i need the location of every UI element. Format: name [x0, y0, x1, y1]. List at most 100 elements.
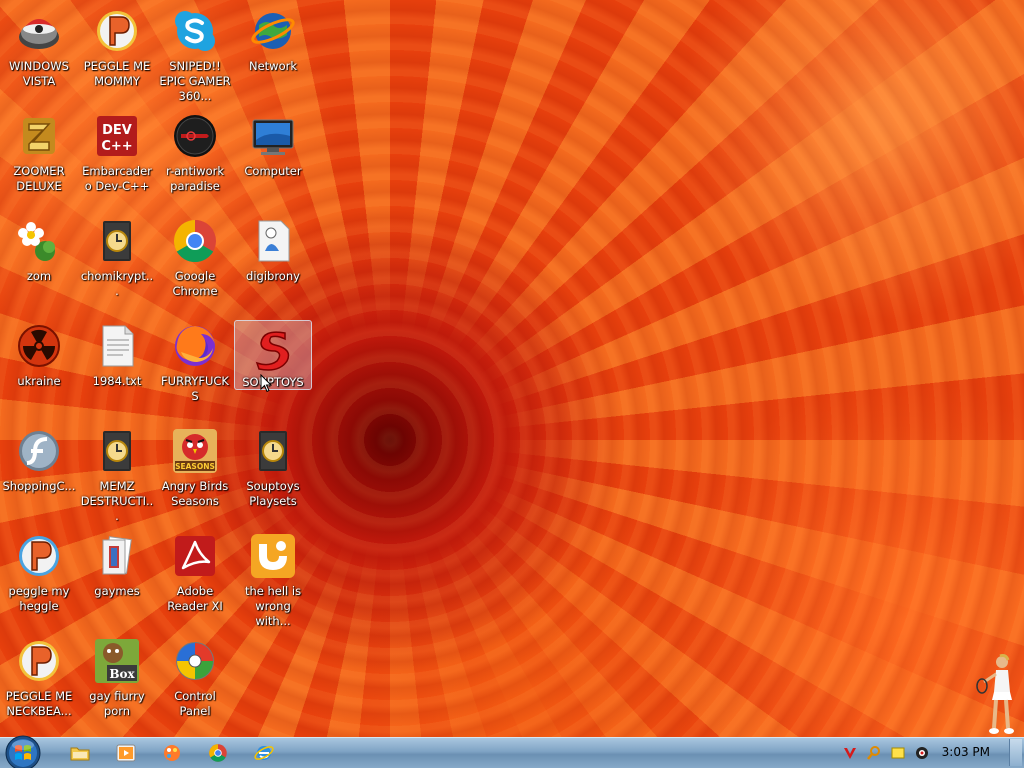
ie-icon: [254, 746, 274, 760]
taskbar: 3:03 PM: [0, 734, 1024, 768]
taskbar-paint-button[interactable]: [152, 741, 192, 765]
devcpp-icon: DEV C++: [97, 116, 137, 156]
desktop-icon-gaymes[interactable]: gaymes: [78, 527, 156, 631]
firefox-icon: [175, 326, 215, 366]
souptoys-s-icon: [255, 331, 290, 371]
desktop-icon-windows-vista[interactable]: WINDOWS VISTA: [0, 2, 78, 106]
note-icon[interactable]: [890, 745, 906, 761]
icon-label: ukraine: [17, 374, 61, 388]
desktop-icon-control-panel[interactable]: Control Panel: [156, 632, 234, 736]
icon-label: 1984.txt: [92, 374, 142, 388]
acrobat-icon: [175, 536, 215, 576]
seasons-icon-text: SEASONS: [175, 462, 215, 471]
icon-label: ShoppingC...: [2, 479, 76, 493]
desktop-icon-digibrony[interactable]: digibrony: [234, 212, 312, 316]
clock-document-icon: [103, 221, 131, 261]
icon-label: FURRYFUCKS: [161, 374, 229, 403]
desktop-icon-chomikrypt[interactable]: chomikrypt...: [78, 212, 156, 316]
desktop-icon-peggle-my-heggle[interactable]: peggle my heggle: [0, 527, 78, 631]
zoomer-icon: [23, 118, 55, 154]
desktop-icon-memz[interactable]: MEMZ DESTRUCTI...: [78, 422, 156, 526]
peggle-icon: [19, 641, 59, 681]
desktop-icon-gay-fiurry-porn[interactable]: Box gay fiurry porn: [78, 632, 156, 736]
desktop-icon-furryfucks[interactable]: FURRYFUCKS: [156, 317, 234, 421]
icon-label: ZOOMER DELUXE: [13, 164, 65, 193]
icon-label: Adobe Reader XI: [167, 584, 223, 613]
clock-document-icon: [103, 431, 131, 471]
desktop-icon-computer[interactable]: Computer: [234, 107, 312, 211]
taskbar-internet-explorer-button[interactable]: [244, 741, 284, 765]
icon-label: PEGGLE ME NECKBEA...: [5, 689, 73, 718]
desktop-icon-souptoys-playsets[interactable]: Souptoys Playsets: [234, 422, 312, 526]
icon-label: SOUPTOYS: [242, 375, 304, 389]
control-panel-icon: [176, 642, 214, 680]
icon-label: digibrony: [246, 269, 300, 283]
flower-icon: [18, 222, 55, 261]
icon-label: Souptoys Playsets: [246, 479, 300, 508]
radiation-icon: [18, 325, 60, 367]
desktop-icon-adobe-reader[interactable]: Adobe Reader XI: [156, 527, 234, 631]
v-logo-icon[interactable]: [842, 745, 858, 761]
chrome-icon: [209, 744, 227, 762]
uc-browser-icon: [251, 534, 295, 578]
dark-orb-icon: [174, 115, 216, 157]
icon-label: Embarcadero Dev-C++: [82, 164, 152, 193]
icon-label: the hell is wrong with...: [244, 584, 302, 628]
desktop-icon-r-antiwork[interactable]: r-antiwork paradise: [156, 107, 234, 211]
orb-icon: [19, 19, 59, 49]
icon-label: Angry Birds Seasons: [161, 479, 229, 508]
icon-label: chomikrypt...: [80, 269, 154, 298]
icon-label: PEGGLE ME MOMMY: [83, 59, 151, 88]
show-desktop-button[interactable]: [1009, 739, 1022, 766]
windows-start-orb-icon[interactable]: [4, 734, 42, 768]
taskbar-chrome-button[interactable]: [198, 741, 238, 765]
peggle-icon: [97, 11, 137, 51]
icon-label: Network: [248, 59, 298, 73]
taskbar-clock[interactable]: 3:03 PM: [942, 745, 990, 759]
skype-icon: [175, 11, 215, 51]
icon-label: gaymes: [94, 584, 140, 598]
desktop-icon-souptoys[interactable]: SOUPTOYS: [234, 320, 312, 390]
devcpp-icon-text-2: C++: [101, 139, 132, 154]
folder-icon: [70, 747, 90, 761]
taskbar-media-player-button[interactable]: [106, 741, 146, 765]
mouse-cursor-icon: [260, 374, 272, 393]
icon-label: r-antiwork paradise: [165, 164, 224, 193]
taskbar-explorer-button[interactable]: [60, 741, 100, 765]
desktop-icon-ukraine[interactable]: ukraine: [0, 317, 78, 421]
media-player-icon: [116, 744, 136, 762]
desktop-icon-1984-txt[interactable]: 1984.txt: [78, 317, 156, 421]
folder-cards-icon: [102, 536, 132, 575]
desktop-icon-embarcadero-devcpp[interactable]: DEV C++ Embarcadero Dev-C++: [78, 107, 156, 211]
desktop-icon-google-chrome[interactable]: Google Chrome: [156, 212, 234, 316]
peggle-icon: [19, 536, 59, 576]
clock-document-icon: [259, 431, 287, 471]
icon-label: Computer: [244, 164, 302, 178]
desktop-icon-sniped-epic-gamer[interactable]: SNIPED!! EPIC GAMER 360...: [156, 2, 234, 106]
network-globe-icon: [251, 13, 295, 49]
paint-icon: [164, 745, 180, 761]
devcpp-icon-text: DEV: [102, 123, 132, 138]
icon-label: zom: [26, 269, 52, 283]
desktop-icon-peggle-me-mommy[interactable]: PEGGLE ME MOMMY: [78, 2, 156, 106]
box-icon-text: Box: [109, 667, 135, 681]
desktop-icon-zom[interactable]: zom: [0, 212, 78, 316]
tennis-player-gadget-icon[interactable]: [976, 652, 1020, 738]
flash-icon: [19, 431, 59, 471]
desktop-icon-hell-is-wrong[interactable]: the hell is wrong with...: [234, 527, 312, 631]
angry-birds-icon: SEASONS: [173, 429, 217, 473]
icon-label: gay fiurry porn: [89, 689, 145, 718]
document-figure-icon: [258, 220, 290, 262]
eye-icon[interactable]: [914, 745, 930, 761]
desktop[interactable]: WINDOWS VISTA ZOOMER DELUXE zom ukraine …: [0, 0, 1024, 768]
magnifier-icon[interactable]: [866, 745, 882, 761]
icon-label: SNIPED!! EPIC GAMER 360...: [159, 59, 231, 103]
icon-label: MEMZ DESTRUCTI...: [80, 479, 154, 523]
desktop-icon-shoppingc[interactable]: ShoppingC...: [0, 422, 78, 526]
desktop-icon-network[interactable]: Network: [234, 2, 312, 106]
desktop-icon-angry-birds-seasons[interactable]: SEASONS Angry Birds Seasons: [156, 422, 234, 526]
icon-label: Control Panel: [174, 689, 216, 718]
desktop-icon-zoomer-deluxe[interactable]: ZOOMER DELUXE: [0, 107, 78, 211]
desktop-icon-peggle-me-neckbea[interactable]: PEGGLE ME NECKBEA...: [0, 632, 78, 736]
icon-label: Google Chrome: [172, 269, 218, 298]
